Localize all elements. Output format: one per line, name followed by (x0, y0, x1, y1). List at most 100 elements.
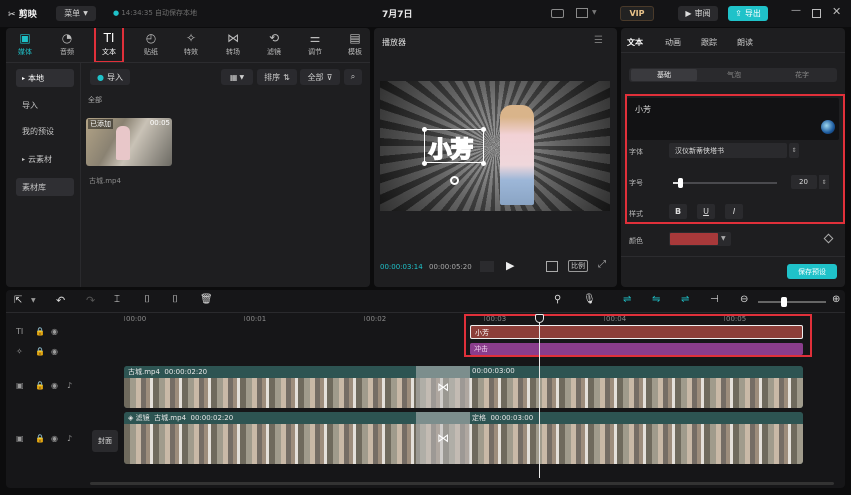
prop-tab-tracking[interactable]: 跟踪 (701, 37, 717, 48)
tab-adjust[interactable]: ⚌ 调节 (300, 31, 330, 59)
layout-icon[interactable] (576, 8, 588, 18)
fit-icon[interactable] (546, 261, 558, 272)
prop-tab-text[interactable]: 文本 (627, 37, 643, 48)
title-bar: ✂ 剪映 菜单 ▼ ● 14:34:35 自动保存本地 7月7日 ▼ VIP ▶ 审… (0, 0, 851, 27)
trim-left-icon[interactable]: ⌷ (144, 294, 150, 305)
media-clip-thumbnail[interactable]: 已添加 00:05 (86, 118, 172, 166)
tab-media[interactable]: ▣ 媒体 (10, 31, 40, 59)
added-badge: 已添加 (88, 119, 113, 129)
delete-icon[interactable]: 🗑 (200, 294, 213, 305)
prop-tab-animation[interactable]: 动画 (665, 37, 681, 48)
minimize-icon[interactable]: — (791, 5, 801, 16)
playhead[interactable] (539, 316, 540, 478)
eye-icon[interactable]: ◉ (51, 327, 58, 336)
eye-icon[interactable]: ◉ (51, 434, 58, 443)
tab-filter[interactable]: ⟲ 滤镜 (259, 31, 289, 59)
redo-icon[interactable]: ↷ (86, 294, 95, 307)
nav-cloud[interactable]: ▸ 云素材 (16, 150, 74, 168)
lock-icon[interactable]: 🔒 (35, 347, 45, 356)
transition-icon: ⋈ (227, 31, 239, 45)
play-icon[interactable]: ▶ (506, 259, 514, 272)
divider (80, 63, 81, 287)
nav-library[interactable]: 素材库 (16, 178, 74, 196)
color-picker[interactable]: ▼ (669, 232, 731, 246)
text-props-highlight (625, 94, 845, 224)
prop-tab-read-aloud[interactable]: 朗读 (737, 37, 753, 48)
split-icon[interactable]: ⌶ (114, 294, 120, 305)
magnet-icon[interactable]: ⇋ (652, 294, 660, 305)
subtab-label: 气泡 (727, 71, 741, 79)
maximize-icon[interactable] (812, 9, 821, 18)
nav-my-presets[interactable]: 我的预设 (16, 122, 74, 140)
nav-label: 我的预设 (22, 126, 54, 136)
import-button[interactable]: ● 导入 (90, 69, 130, 85)
tab-audio[interactable]: ◔ 音频 (52, 31, 82, 59)
text-selection-box[interactable]: 小芳 (424, 129, 484, 164)
close-icon[interactable]: ✕ (832, 5, 841, 18)
review-button[interactable]: ▶ 审阅 (678, 6, 718, 21)
eye-icon[interactable]: ◉ (51, 381, 58, 390)
subtab-bubble[interactable]: 气泡 (701, 69, 767, 81)
tab-transition[interactable]: ⋈ 转场 (218, 31, 248, 59)
zoom-out-icon[interactable]: ⊖ (740, 294, 748, 305)
audio-icon[interactable]: ♪ (67, 434, 72, 443)
chevron-down-icon[interactable]: ▼ (31, 297, 36, 304)
tab-effects[interactable]: ✧ 特效 (176, 31, 206, 59)
keyboard-icon[interactable] (551, 9, 564, 18)
tab-sticker[interactable]: ◴ 贴纸 (136, 31, 166, 59)
undo-icon[interactable]: ↶ (56, 294, 65, 307)
lock-icon[interactable]: 🔒 (35, 434, 45, 443)
vip-badge[interactable]: VIP (620, 6, 654, 21)
lock-icon[interactable]: 🔒 (35, 327, 45, 336)
view-toggle[interactable]: ▦ ▼ (221, 69, 253, 85)
subtab-label: 基础 (657, 71, 671, 79)
nav-label: 素材库 (22, 182, 46, 192)
export-button[interactable]: ⇪ 导出 (728, 6, 768, 21)
resize-handle[interactable] (481, 161, 486, 166)
layout-chevron-icon[interactable]: ▼ (592, 9, 597, 16)
rotate-icon[interactable] (450, 176, 459, 185)
sticker-icon: ◴ (145, 31, 157, 45)
sort-button[interactable]: 排序 ⇅ (257, 69, 297, 85)
filter-all-button[interactable]: 全部 ⊽ (300, 69, 340, 85)
resize-handle[interactable] (422, 161, 427, 166)
nav-import[interactable]: 导入 (16, 96, 74, 114)
plus-icon: ● (97, 72, 104, 82)
select-tool-icon[interactable]: ⇱ (14, 295, 22, 306)
tab-template[interactable]: ▤ 模板 (340, 31, 370, 59)
cover-button[interactable]: 封面 (92, 430, 118, 452)
ratio-button[interactable]: 比例 (568, 260, 588, 272)
subtab-basic[interactable]: 基础 (631, 69, 697, 81)
eye-icon[interactable]: ◉ (51, 347, 58, 356)
resize-handle[interactable] (481, 127, 486, 132)
zoom-slider[interactable] (758, 297, 826, 307)
transition-marker[interactable]: ⋈ (416, 412, 470, 464)
clip-duration: 00:00:03:00 (472, 367, 515, 375)
fullscreen-icon[interactable]: ⤢ (598, 259, 606, 270)
frame-icon[interactable] (480, 261, 494, 272)
search-button[interactable]: ⌕ (344, 69, 362, 85)
keyframe-icon[interactable] (823, 233, 834, 244)
video-preview[interactable]: 小芳 (380, 81, 610, 211)
transition-marker[interactable]: ⋈ (416, 366, 470, 408)
auto-snap-icon[interactable]: ⚲ (554, 294, 561, 305)
subtab-fancy[interactable]: 花字 (769, 69, 835, 81)
zoom-slider-handle[interactable] (781, 297, 787, 307)
microphone-icon[interactable]: 🎙 (583, 294, 596, 305)
link-main-icon[interactable]: ⇌ (623, 294, 631, 305)
text-tab-highlight (94, 28, 124, 63)
clip-name: 古城.mp4 (128, 368, 160, 376)
nav-local[interactable]: ▸ 本地 (16, 69, 74, 87)
resize-handle[interactable] (422, 127, 427, 132)
lock-icon[interactable]: 🔒 (35, 381, 45, 390)
playhead-handle[interactable] (535, 314, 544, 323)
save-preset-button[interactable]: 保存预设 (787, 264, 837, 279)
linkage-icon[interactable]: ⇌ (681, 294, 689, 305)
audio-icon[interactable]: ♪ (67, 381, 72, 390)
player-menu-icon[interactable]: ☰ (594, 35, 603, 46)
zoom-in-icon[interactable]: ⊕ (832, 294, 840, 305)
menu-button[interactable]: 菜单 ▼ (56, 6, 96, 21)
timeline-scrollbar[interactable] (90, 482, 834, 485)
trim-right-icon[interactable]: ⌷ (172, 294, 178, 305)
preview-axis-icon[interactable]: ⊣ (710, 294, 719, 305)
